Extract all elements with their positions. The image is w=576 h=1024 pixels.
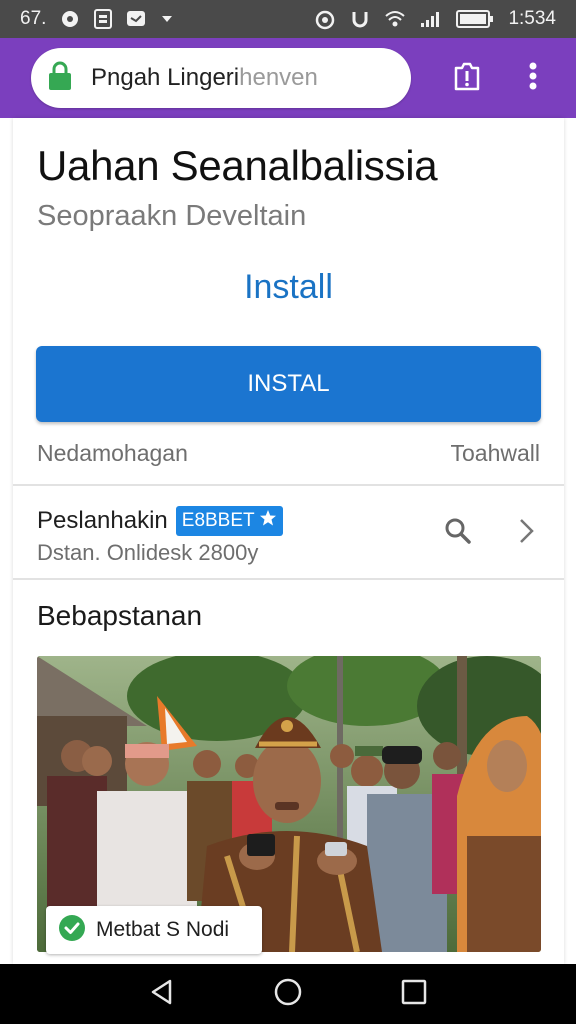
more-menu-icon bbox=[528, 61, 538, 96]
divider bbox=[13, 578, 564, 580]
install-link[interactable]: Install bbox=[13, 268, 564, 307]
status-time: 1:534 bbox=[508, 8, 556, 29]
recents-icon[interactable] bbox=[400, 978, 428, 1011]
info-row-title-wrap: Peslanhakin E8BBET bbox=[37, 506, 283, 536]
tabs-icon bbox=[452, 60, 482, 97]
developer-name[interactable]: Seopraakn Develtain bbox=[37, 200, 306, 233]
search-icon[interactable] bbox=[443, 516, 473, 551]
app-title: Uahan Seanalbalissia bbox=[37, 142, 438, 189]
info-badge: E8BBET bbox=[175, 506, 283, 536]
url-text: Pngah Lingerihenven bbox=[91, 64, 318, 92]
url-text-main: Pngah Lingeri bbox=[91, 64, 240, 91]
sync-icon bbox=[350, 8, 370, 30]
battery-icon bbox=[456, 9, 494, 29]
status-left-text: 67. bbox=[20, 8, 47, 29]
chevron-right-icon[interactable] bbox=[515, 516, 537, 551]
lock-icon bbox=[47, 61, 73, 96]
meta-right-label: Toahwall bbox=[450, 440, 541, 466]
status-left: 67. bbox=[20, 8, 174, 30]
navigation-bar bbox=[0, 964, 576, 1024]
verified-chip: Metbat S Nodi bbox=[46, 906, 262, 954]
alarm-icon bbox=[314, 8, 336, 30]
chat-notification-icon bbox=[126, 9, 146, 29]
info-row-subtitle: Dstan. Onlidesk 2800y bbox=[37, 540, 259, 565]
status-right: 1:534 bbox=[314, 8, 556, 30]
address-bar[interactable]: Pngah Lingerihenven bbox=[31, 48, 411, 108]
app-details-card: Uahan Seanalbalissia Seopraakn Develtain… bbox=[13, 118, 564, 964]
install-button[interactable]: INSTAL bbox=[36, 346, 541, 422]
divider bbox=[13, 484, 564, 486]
status-bar: 67. 1:534 bbox=[0, 0, 576, 38]
image-notification-icon bbox=[94, 9, 113, 29]
info-row-title: Peslanhakin bbox=[37, 507, 168, 534]
tabs-button[interactable] bbox=[441, 48, 493, 108]
wifi-icon bbox=[384, 10, 406, 28]
dropdown-arrow-icon bbox=[160, 14, 174, 24]
info-badge-label: E8BBET bbox=[181, 510, 255, 531]
more-menu-button[interactable] bbox=[507, 48, 559, 108]
verified-chip-label: Metbat S Nodi bbox=[96, 918, 230, 941]
notification-circle-icon bbox=[60, 9, 80, 29]
back-icon[interactable] bbox=[148, 978, 176, 1011]
signal-icon bbox=[420, 10, 442, 28]
check-circle-icon bbox=[58, 914, 86, 947]
browser-toolbar: Pngah Lingerihenven bbox=[0, 38, 576, 118]
star-icon bbox=[259, 509, 277, 533]
section-title: Bebapstanan bbox=[37, 600, 203, 631]
home-icon[interactable] bbox=[273, 977, 303, 1012]
meta-left-label: Nedamohagan bbox=[37, 440, 188, 466]
url-text-faded: henven bbox=[239, 64, 318, 91]
